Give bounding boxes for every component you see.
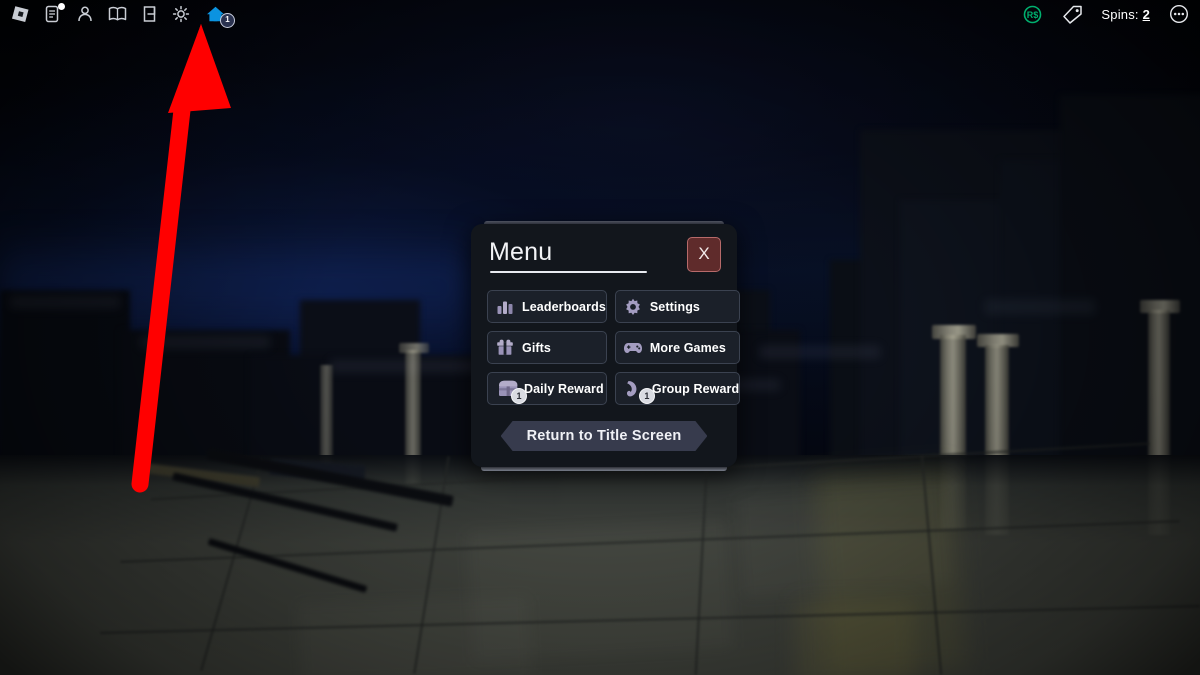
scene-floor-shading (0, 455, 1200, 675)
more-options-icon[interactable] (1168, 3, 1190, 25)
reward-badge: 1 (638, 387, 655, 404)
menu-button-label: Settings (649, 299, 700, 314)
menu-button-more-games[interactable]: More Games (614, 331, 741, 364)
chest-icon: 1 (495, 379, 527, 404)
robux-icon[interactable]: R$ (1021, 3, 1043, 25)
menu-title: Menu (489, 238, 553, 266)
bar-chart-icon (495, 297, 515, 317)
backpack-icon[interactable] (138, 3, 160, 25)
chat-notification-dot (58, 3, 65, 10)
roblox-logo-icon[interactable] (10, 3, 32, 25)
game-screenshot: 1 R$ Spins: 2 Menu X Leaderboards Settin… (0, 0, 1200, 675)
topbar-right-group: R$ Spins: 2 (1021, 0, 1190, 28)
menu-button-label: Leaderboards (522, 299, 606, 314)
menu-button-label: More Games (649, 340, 726, 355)
book-icon[interactable] (106, 3, 128, 25)
reward-badge: 1 (511, 387, 527, 404)
gift-icon (495, 338, 515, 358)
menu-button-group-reward[interactable]: 1 Group Reward (614, 372, 741, 405)
spins-value: 2 (1142, 6, 1150, 22)
menu-dialog: Menu X Leaderboards Settings Gifts More … (471, 221, 741, 471)
person-icon[interactable] (74, 3, 96, 25)
spins-label: Spins: (1101, 6, 1139, 22)
gear-icon (623, 297, 643, 317)
menu-button-daily-reward[interactable]: 1 Daily Reward (487, 372, 607, 405)
close-button[interactable]: X (687, 237, 721, 272)
home-badge: 1 (220, 13, 235, 28)
menu-button-label: Gifts (522, 340, 551, 355)
menu-button-label: Daily Reward (524, 381, 604, 396)
menu-header: Menu X (487, 237, 721, 276)
gamepad-icon (623, 338, 643, 358)
group-icon: 1 (623, 379, 655, 404)
menu-button-gifts[interactable]: Gifts (487, 331, 607, 364)
gear-icon[interactable] (170, 3, 192, 25)
topbar-left-icons: 1 (10, 0, 235, 28)
menu-button-label: Group Reward (651, 381, 740, 396)
home-icon[interactable]: 1 (204, 3, 235, 28)
panel-bottom-accent (481, 467, 727, 471)
menu-button-leaderboards[interactable]: Leaderboards (487, 290, 607, 323)
roblox-topbar: 1 R$ Spins: 2 (0, 0, 1200, 28)
svg-text:R$: R$ (1027, 10, 1039, 20)
price-tag-icon[interactable] (1061, 3, 1083, 25)
chat-icon[interactable] (42, 3, 65, 25)
title-underline (490, 271, 647, 273)
spins-counter: Spins: 2 (1101, 7, 1150, 22)
menu-button-settings[interactable]: Settings (614, 290, 741, 323)
return-to-title-screen-button[interactable]: Return to Title Screen (501, 421, 708, 451)
return-button-row: Return to Title Screen (487, 421, 721, 451)
menu-panel: Menu X Leaderboards Settings Gifts More … (471, 224, 741, 467)
menu-button-grid: Leaderboards Settings Gifts More Games 1… (487, 290, 741, 405)
